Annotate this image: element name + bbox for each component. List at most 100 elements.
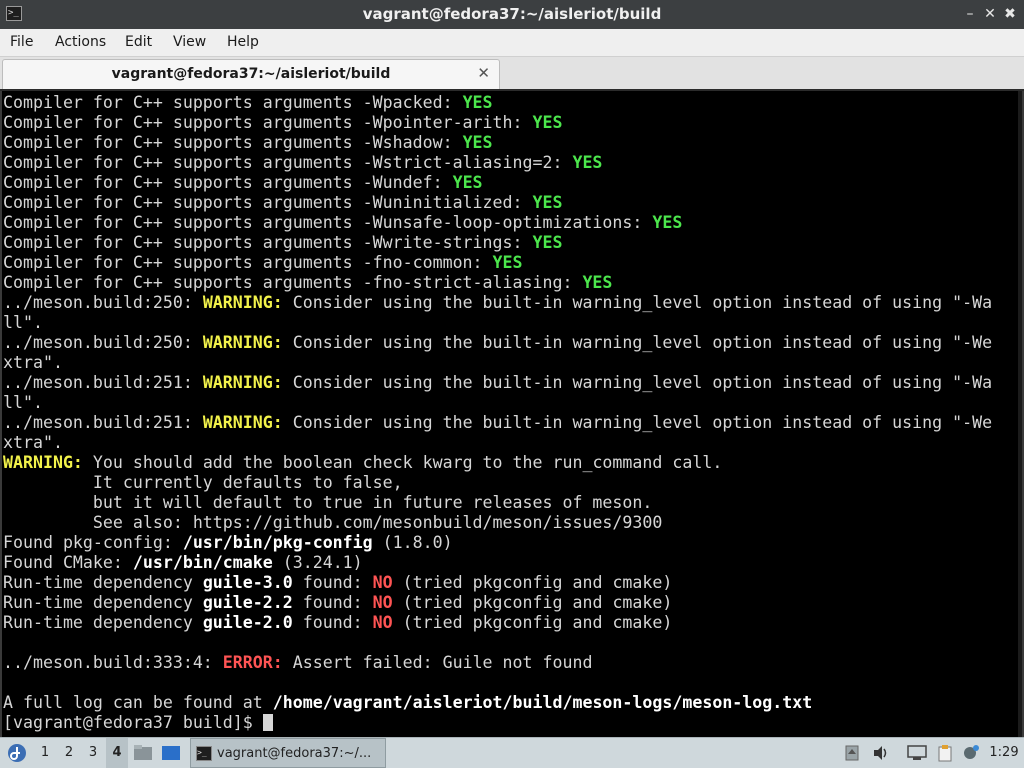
terminal-text-segment: ll". bbox=[3, 393, 43, 412]
terminal-text-segment: Compiler for C++ supports arguments -Wpo… bbox=[3, 113, 533, 132]
terminal-text-segment: Compiler for C++ supports arguments -Wst… bbox=[3, 153, 573, 172]
tab-terminal[interactable]: vagrant@fedora37:~/aisleriot/build ✕ bbox=[2, 59, 500, 89]
volume-icon[interactable] bbox=[870, 738, 892, 768]
terminal-text-segment: Consider using the built-in warning_leve… bbox=[282, 293, 993, 312]
file-manager-icon[interactable] bbox=[132, 738, 154, 768]
menu-view[interactable]: View bbox=[173, 34, 206, 50]
terminal-text-segment: Run-time dependency bbox=[3, 573, 203, 592]
terminal-text-segment: WARNING: bbox=[202, 333, 283, 352]
tab-close-icon[interactable]: ✕ bbox=[477, 64, 490, 82]
menu-edit[interactable]: Edit bbox=[125, 34, 152, 50]
terminal-line: ../meson.build:333:4: ERROR: Assert fail… bbox=[3, 653, 1021, 673]
taskbar: 1 2 3 4 >_ vagrant@fedora37:~/... 1:29 bbox=[0, 737, 1024, 768]
terminal-line: Compiler for C++ supports arguments -fno… bbox=[3, 253, 1021, 273]
terminal-text-segment: found: bbox=[292, 613, 373, 632]
terminal-line: Run-time dependency guile-2.0 found: NO … bbox=[3, 613, 1021, 633]
terminal-text-segment: /usr/bin/cmake bbox=[132, 553, 273, 572]
workspace-3[interactable]: 3 bbox=[82, 738, 104, 768]
workspace-4[interactable]: 4 bbox=[106, 738, 128, 768]
eject-icon[interactable] bbox=[842, 738, 862, 768]
terminal-text-segment: NO bbox=[372, 593, 393, 612]
terminal-text-segment: ../meson.build:251: bbox=[3, 413, 203, 432]
terminal-line: ../meson.build:250: WARNING: Consider us… bbox=[3, 293, 1021, 313]
terminal-line: Found CMake: /usr/bin/cmake (3.24.1) bbox=[3, 553, 1021, 573]
task-label: vagrant@fedora37:~/... bbox=[217, 746, 372, 761]
terminal-text-segment: found: bbox=[292, 593, 373, 612]
terminal-line: Compiler for C++ supports arguments -Wwr… bbox=[3, 233, 1021, 253]
clock[interactable]: 1:29 bbox=[986, 738, 1022, 768]
terminal-text-segment: WARNING: bbox=[202, 373, 283, 392]
terminal-text: Compiler for C++ supports arguments -Wpa… bbox=[3, 93, 1021, 733]
terminal-text-segment: Compiler for C++ supports arguments -Wpa… bbox=[3, 93, 463, 112]
terminal-text-segment: Compiler for C++ supports arguments -fno… bbox=[3, 273, 583, 292]
terminal-text-segment: (tried pkgconfig and cmake) bbox=[392, 573, 673, 592]
terminal-text-segment: ../meson.build:251: bbox=[3, 373, 203, 392]
menubar: File Actions Edit View Help bbox=[0, 29, 1024, 57]
minimize-button[interactable]: – bbox=[962, 5, 978, 23]
terminal-text-segment: YES bbox=[462, 133, 493, 152]
terminal-line: Compiler for C++ supports arguments -fno… bbox=[3, 273, 1021, 293]
terminal-text-segment: You should add the boolean check kwarg t… bbox=[82, 453, 723, 472]
terminal-line: Found pkg-config: /usr/bin/pkg-config (1… bbox=[3, 533, 1021, 553]
terminal-line: ll". bbox=[3, 313, 1021, 333]
terminal-text-segment: Assert failed: Guile not found bbox=[282, 653, 593, 672]
terminal-line: A full log can be found at /home/vagrant… bbox=[3, 693, 1021, 713]
workspace-1[interactable]: 1 bbox=[34, 738, 56, 768]
tab-bar: vagrant@fedora37:~/aisleriot/build ✕ bbox=[0, 57, 1024, 89]
terminal-text-segment: ll". bbox=[3, 313, 43, 332]
terminal-line: WARNING: You should add the boolean chec… bbox=[3, 453, 1021, 473]
terminal-line: Compiler for C++ supports arguments -Wst… bbox=[3, 153, 1021, 173]
desktop-icon[interactable] bbox=[160, 738, 182, 768]
network-icon[interactable] bbox=[906, 738, 928, 768]
terminal-line: Compiler for C++ supports arguments -Wpo… bbox=[3, 113, 1021, 133]
menu-file[interactable]: File bbox=[10, 34, 33, 50]
terminal-text-segment: (tried pkgconfig and cmake) bbox=[392, 613, 673, 632]
terminal-text-segment: ERROR: bbox=[222, 653, 283, 672]
workspace-2[interactable]: 2 bbox=[58, 738, 80, 768]
taskbar-terminal-task[interactable]: >_ vagrant@fedora37:~/... bbox=[190, 738, 386, 768]
terminal-line: but it will default to true in future re… bbox=[3, 493, 1021, 513]
terminal-scrollbar[interactable] bbox=[1018, 91, 1022, 737]
terminal-text-segment: NO bbox=[372, 613, 393, 632]
fedora-logo-icon[interactable] bbox=[4, 738, 30, 768]
terminal-text-segment: Found pkg-config: bbox=[3, 533, 183, 552]
menu-actions[interactable]: Actions bbox=[55, 34, 106, 50]
terminal-text-segment: Consider using the built-in warning_leve… bbox=[282, 413, 993, 432]
close-button[interactable]: ✖ bbox=[1002, 5, 1018, 23]
terminal-text-segment: YES bbox=[462, 93, 493, 112]
terminal-text-segment: guile-2.2 bbox=[202, 593, 293, 612]
terminal-line: xtra". bbox=[3, 353, 1021, 373]
terminal-text-segment: Compiler for C++ supports arguments -Wun… bbox=[3, 213, 653, 232]
terminal-text-segment: guile-3.0 bbox=[202, 573, 293, 592]
terminal-cursor bbox=[262, 714, 273, 731]
window-titlebar[interactable]: >_ vagrant@fedora37:~/aisleriot/build – … bbox=[0, 0, 1024, 29]
terminal-text-segment: YES bbox=[452, 173, 483, 192]
terminal-text-segment: xtra". bbox=[3, 433, 63, 452]
maximize-button[interactable]: ✕ bbox=[982, 5, 998, 23]
terminal-text-segment: Found CMake: bbox=[3, 553, 133, 572]
terminal-text-segment: WARNING: bbox=[3, 453, 83, 472]
terminal-text-segment: Compiler for C++ supports arguments -fno… bbox=[3, 253, 493, 272]
terminal-icon: >_ bbox=[196, 746, 212, 761]
terminal-text-segment: guile-2.0 bbox=[202, 613, 293, 632]
clipboard-icon[interactable] bbox=[934, 738, 956, 768]
terminal-text-segment: WARNING: bbox=[202, 413, 283, 432]
terminal-text-segment: (tried pkgconfig and cmake) bbox=[392, 593, 673, 612]
terminal-text-segment: Compiler for C++ supports arguments -Wun… bbox=[3, 193, 533, 212]
terminal-line: Run-time dependency guile-3.0 found: NO … bbox=[3, 573, 1021, 593]
terminal-text-segment: ../meson.build:333:4: bbox=[3, 653, 223, 672]
terminal-text-segment: ../meson.build:250: bbox=[3, 293, 203, 312]
terminal-text-segment: YES bbox=[572, 153, 603, 172]
terminal-output[interactable]: Compiler for C++ supports arguments -Wpa… bbox=[0, 91, 1024, 737]
terminal-line: Compiler for C++ supports arguments -Wpa… bbox=[3, 93, 1021, 113]
terminal-text-segment: xtra". bbox=[3, 353, 63, 372]
terminal-text-segment: Compiler for C++ supports arguments -Wwr… bbox=[3, 233, 533, 252]
menu-help[interactable]: Help bbox=[227, 34, 259, 50]
terminal-text-segment: YES bbox=[652, 213, 683, 232]
terminal-text-segment: (1.8.0) bbox=[372, 533, 453, 552]
terminal-line: It currently defaults to false, bbox=[3, 473, 1021, 493]
tab-label: vagrant@fedora37:~/aisleriot/build bbox=[111, 66, 391, 82]
notification-icon[interactable] bbox=[960, 738, 982, 768]
